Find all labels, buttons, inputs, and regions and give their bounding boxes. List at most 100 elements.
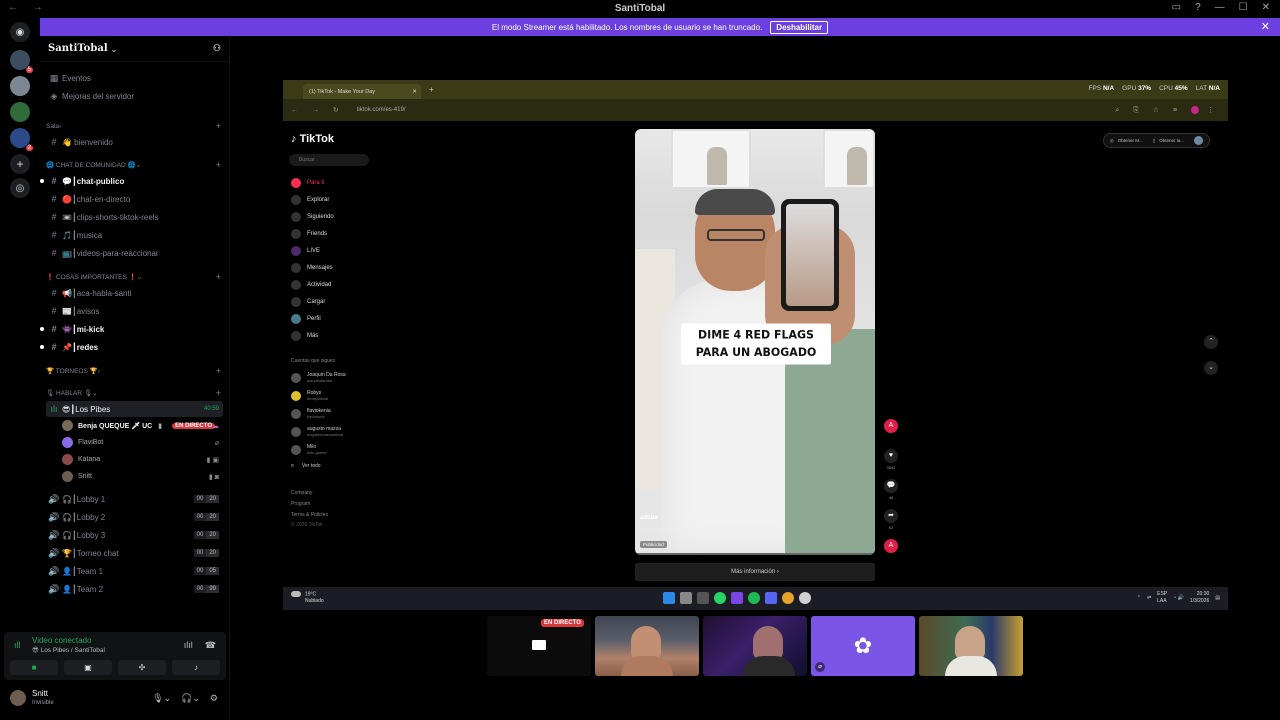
- category-importantes[interactable]: ❗ COSAS IMPORTANTES ❗ ⌄ +: [46, 269, 223, 285]
- network-icon[interactable]: ⇌: [1147, 595, 1151, 601]
- tiktok-nav-mas[interactable]: Más: [291, 331, 318, 341]
- signal-icon[interactable]: ıll: [14, 640, 21, 650]
- channel-mi-kick[interactable]: # 👾┃mi-kick: [40, 321, 223, 337]
- tiktok-nav-live[interactable]: LIVE: [291, 246, 320, 256]
- more-info-button[interactable]: Más información ›: [635, 563, 875, 581]
- invite-icon[interactable]: ⚇: [213, 44, 221, 54]
- like-button[interactable]: ♥ 3592: [883, 449, 899, 470]
- channel-musica[interactable]: # 🎵┃musica: [46, 227, 223, 243]
- inbox-icon[interactable]: ▭: [1172, 2, 1181, 13]
- maximize-button[interactable]: ☐: [1239, 2, 1248, 13]
- tiktok-search-input[interactable]: Buscar: [289, 154, 369, 166]
- screen-share-button[interactable]: ▣: [64, 660, 112, 675]
- channel-redes[interactable]: # 📌┃redes: [40, 339, 223, 355]
- following-account[interactable]: Milo milo.gamer: [291, 444, 327, 456]
- headphones-icon[interactable]: 🎧⌄: [181, 693, 200, 704]
- voice-user[interactable]: Katana ▮ ▣: [62, 452, 223, 467]
- following-account[interactable]: flaviokenia flaviofwdx: [291, 408, 331, 420]
- previous-video-button[interactable]: ⌃: [1204, 335, 1218, 349]
- voice-channel-path[interactable]: 😎 Los Pibes / SantiTobal: [32, 646, 105, 654]
- following-account[interactable]: augusto mazza augustomazzaoficial: [291, 426, 343, 438]
- voice-channel-torneo-chat[interactable]: 🔊 🏆┃Torneo chat 00 20: [46, 545, 223, 561]
- voice-channel-lobby-1[interactable]: 🔊 🎧┃Lobby 1 00 20: [46, 491, 223, 507]
- voice-channel-los-pibes[interactable]: ılı 😎┃Los Pibes 40:59: [46, 401, 223, 417]
- tiktok-nav-perfil[interactable]: Perfil: [291, 314, 321, 324]
- soundboard-button[interactable]: ♪: [172, 660, 220, 675]
- add-channel-icon[interactable]: +: [216, 388, 221, 398]
- channel-bienvenido[interactable]: # 👋 bienvenido: [46, 134, 223, 150]
- microphone-icon[interactable]: 🎙⌄: [152, 693, 171, 704]
- browser-toolbar-icons[interactable]: ⌕ ⎘ ☆ ≡ ⋮: [1115, 105, 1220, 115]
- footer-link[interactable]: Company: [291, 490, 312, 496]
- chrome-icon[interactable]: [782, 592, 794, 604]
- activities-button[interactable]: ✣: [118, 660, 166, 675]
- voice-channel-lobby-3[interactable]: 🔊 🎧┃Lobby 3 00 20: [46, 527, 223, 543]
- channel-aca-habla[interactable]: # 📢┃aca-habla-santi: [46, 285, 223, 301]
- noise-suppression-icon[interactable]: ılıl: [184, 640, 193, 651]
- participant-tile[interactable]: [595, 616, 699, 676]
- server-icon[interactable]: 5: [10, 50, 33, 73]
- category-torneos[interactable]: 🏆 TORNEOS 🏆 › +: [46, 363, 223, 379]
- banner-close-icon[interactable]: ✕: [1261, 20, 1270, 33]
- tiktok-nav-actividad[interactable]: Actividad: [291, 280, 331, 290]
- participant-tile[interactable]: EN DIRECTO: [487, 616, 591, 676]
- twitch-icon[interactable]: [731, 592, 743, 604]
- add-server-icon[interactable]: +: [10, 154, 30, 174]
- footer-link[interactable]: Terms & Policies: [291, 512, 328, 518]
- minimize-button[interactable]: —: [1215, 2, 1225, 13]
- whatsapp-icon[interactable]: [714, 592, 726, 604]
- settings-gear-icon[interactable]: ⚙: [210, 693, 218, 704]
- search-icon[interactable]: [680, 592, 692, 604]
- tray-overflow-icon[interactable]: ⌃: [1137, 595, 1141, 601]
- spotify-icon[interactable]: [748, 592, 760, 604]
- video-author[interactable]: adobe: [640, 515, 658, 521]
- tiktok-nav-para-ti[interactable]: Para ti: [291, 178, 324, 188]
- channel-chat-publico[interactable]: # 💬┃chat-publico: [40, 173, 223, 189]
- footer-link[interactable]: Program: [291, 501, 310, 507]
- following-account[interactable]: Robys elrobyoficial: [291, 390, 328, 402]
- voice-channel-lobby-2[interactable]: 🔊 🎧┃Lobby 2 00 20: [46, 509, 223, 525]
- stream-view[interactable]: (1) TikTok - Make Your Day ✕ + FPS N/A G…: [283, 80, 1228, 610]
- windows-start-icon[interactable]: [663, 592, 675, 604]
- server-header[interactable]: SantiTobal ⌄ ⚇: [40, 36, 229, 62]
- clock[interactable]: 20:30 1/3/2026: [1190, 591, 1209, 605]
- username[interactable]: Snitt: [32, 689, 48, 698]
- comment-button[interactable]: 💬 46: [883, 479, 899, 500]
- wifi-icon[interactable]: ◔ 🔊: [1173, 595, 1184, 601]
- creator-avatar[interactable]: A: [883, 419, 899, 433]
- category-sala[interactable]: Sala › +: [46, 118, 223, 134]
- voice-status[interactable]: Video conectado: [32, 636, 91, 645]
- tiktok-nav-cargar[interactable]: Cargar: [291, 297, 325, 307]
- disable-streamer-button[interactable]: Deshabilitar: [770, 20, 829, 34]
- voice-channel-team-2[interactable]: 🔊 👤┃Team 2 00 99: [46, 581, 223, 597]
- voice-user[interactable]: Snitt ▮ ◙: [62, 469, 223, 484]
- add-channel-icon[interactable]: +: [216, 160, 221, 170]
- browser-nav-icons[interactable]: ← → ↻: [291, 106, 345, 114]
- participant-tile[interactable]: ✿ ⌀: [811, 616, 915, 676]
- server-icon[interactable]: [10, 76, 30, 96]
- see-all-link[interactable]: ≡ Ver todo: [291, 463, 321, 469]
- add-channel-icon[interactable]: +: [216, 366, 221, 376]
- voice-channel-team-1[interactable]: 🔊 👤┃Team 1 00 05: [46, 563, 223, 579]
- close-tab-icon[interactable]: ✕: [412, 89, 417, 95]
- weather-widget[interactable]: 19°C Nublado: [291, 591, 324, 605]
- share-button[interactable]: ➦ 62: [883, 509, 899, 530]
- channel-clips[interactable]: # 📼┃clips-shorts-tiktok-reels: [46, 209, 223, 225]
- voice-user[interactable]: Benja QUEQUE 🗡 UC ▮ EN DIRECTO ☁: [62, 418, 223, 433]
- video-progress[interactable]: [635, 553, 875, 555]
- following-account[interactable]: Joaquín Da Rosa joaquindarosa: [291, 372, 346, 384]
- taskview-icon[interactable]: [697, 592, 709, 604]
- voice-user[interactable]: FlaviBot ⌀: [62, 435, 223, 450]
- explore-icon[interactable]: ◎: [10, 178, 30, 198]
- server-icon[interactable]: [10, 102, 30, 122]
- tiktok-logo[interactable]: ♪ TikTok: [291, 133, 334, 145]
- avatar[interactable]: [10, 690, 26, 706]
- channel-videos[interactable]: # 📺┃videos-para-reaccionar: [46, 245, 223, 261]
- category-hablar[interactable]: 🎙 HABLAR 🎙 ⌄ +: [46, 385, 223, 401]
- add-channel-icon[interactable]: +: [216, 272, 221, 282]
- tiktok-nav-mensajes[interactable]: Mensajes: [291, 263, 333, 273]
- notifications-icon[interactable]: ▤: [1215, 595, 1220, 601]
- new-tab-icon[interactable]: +: [429, 85, 434, 94]
- close-window-button[interactable]: ✕: [1262, 2, 1270, 13]
- disconnect-icon[interactable]: ☎: [205, 640, 216, 651]
